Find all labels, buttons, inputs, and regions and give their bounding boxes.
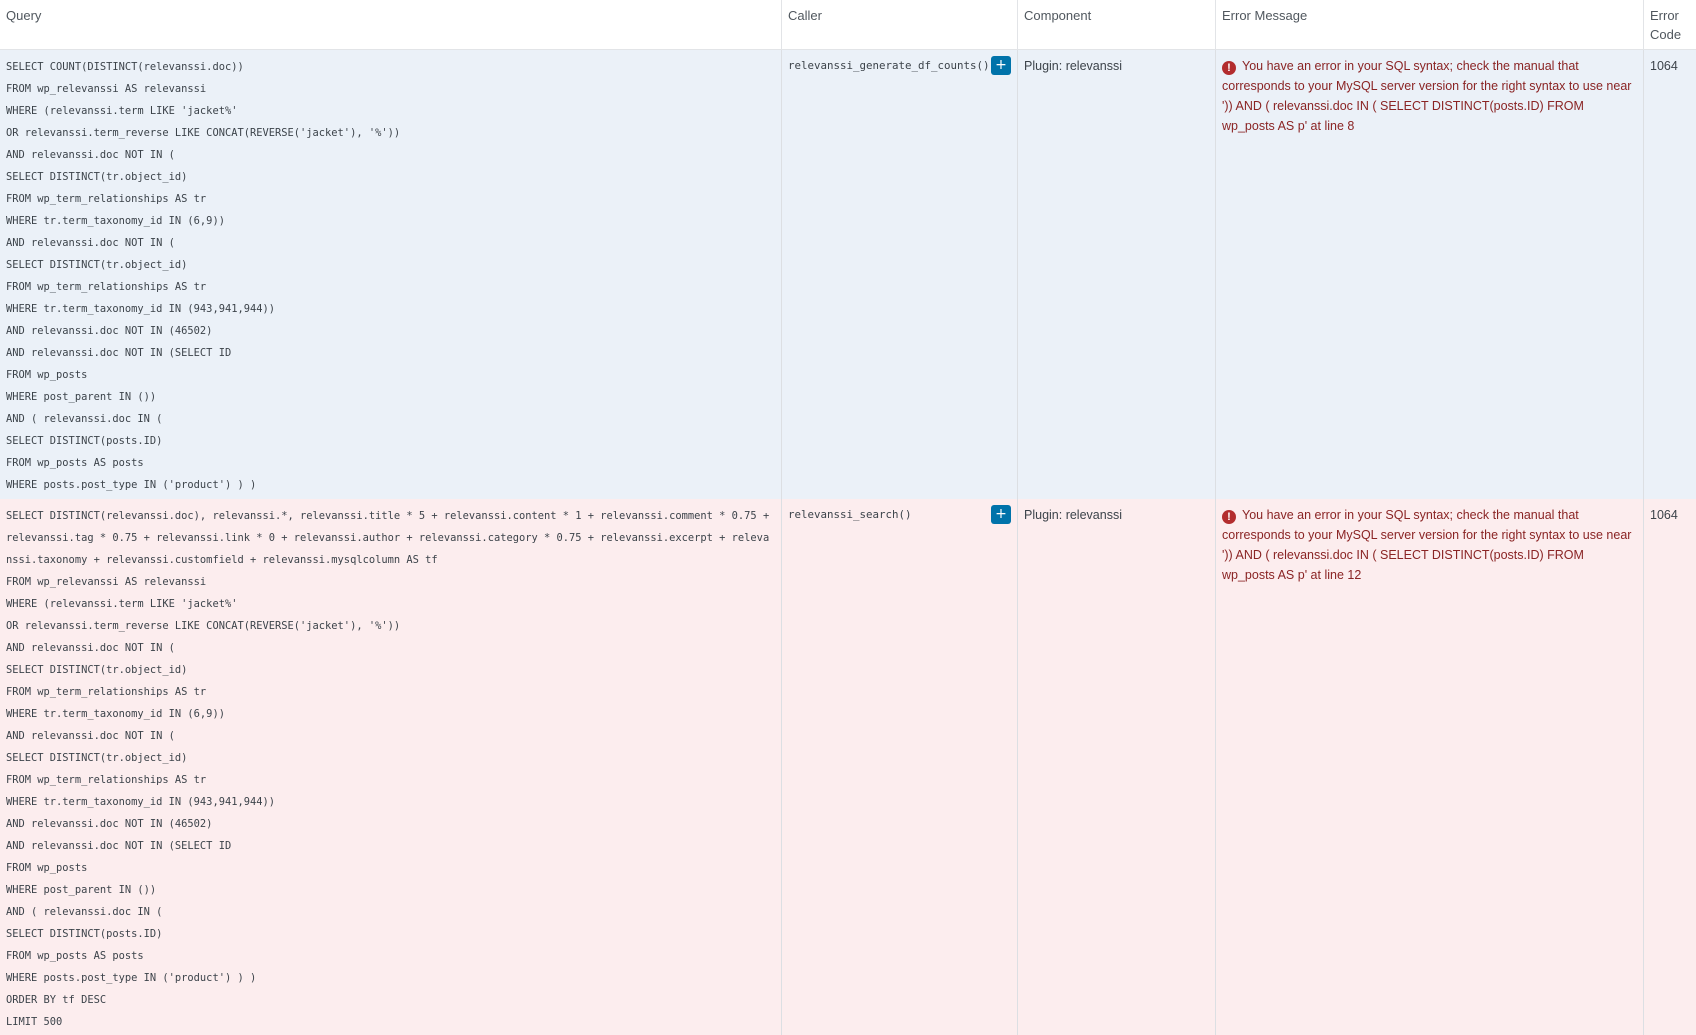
expand-caller-button[interactable]: + bbox=[991, 56, 1011, 75]
error-message-cell: ! You have an error in your SQL syntax; c… bbox=[1216, 50, 1644, 499]
error-message-text: You have an error in your SQL syntax; ch… bbox=[1222, 59, 1632, 133]
query-line: WHERE tr.term_taxonomy_id IN (943,941,94… bbox=[6, 796, 275, 808]
component-name: Plugin: relevanssi bbox=[1024, 508, 1122, 522]
query-line: SELECT DISTINCT(tr.object_id) bbox=[6, 752, 188, 764]
query-line: WHERE tr.term_taxonomy_id IN (6,9)) bbox=[6, 215, 225, 227]
query-line: SELECT DISTINCT(relevanssi.doc), relevan… bbox=[6, 510, 770, 566]
table-header: Query Caller Component Error Message Err… bbox=[0, 0, 1696, 50]
component-cell: Plugin: relevanssi bbox=[1018, 50, 1216, 499]
column-header-error-code[interactable]: Error Code bbox=[1644, 0, 1696, 49]
error-message-cell: ! You have an error in your SQL syntax; c… bbox=[1216, 499, 1644, 1035]
query-cell: SELECT COUNT(DISTINCT(relevanssi.doc)) FR… bbox=[0, 50, 782, 499]
query-line: FROM wp_posts AS posts bbox=[6, 457, 144, 469]
query-line: FROM wp_posts AS posts bbox=[6, 950, 144, 962]
query-line: FROM wp_term_relationships AS tr bbox=[6, 774, 207, 786]
query-line: WHERE posts.post_type IN ('product') ) ) bbox=[6, 972, 257, 984]
table-row: SELECT DISTINCT(relevanssi.doc), relevan… bbox=[0, 499, 1696, 1035]
query-line: OR relevanssi.term_reverse LIKE CONCAT(R… bbox=[6, 620, 401, 632]
caller-cell: relevanssi_search() + bbox=[782, 499, 1018, 1035]
component-name: Plugin: relevanssi bbox=[1024, 59, 1122, 73]
table-row: SELECT COUNT(DISTINCT(relevanssi.doc)) FR… bbox=[0, 50, 1696, 499]
query-line: ORDER BY tf DESC bbox=[6, 994, 107, 1006]
query-line: SELECT COUNT(DISTINCT(relevanssi.doc)) bbox=[6, 61, 244, 73]
query-line: AND relevanssi.doc NOT IN ( bbox=[6, 730, 175, 742]
query-line: WHERE posts.post_type IN ('product') ) ) bbox=[6, 479, 257, 491]
query-line: SELECT DISTINCT(tr.object_id) bbox=[6, 171, 188, 183]
caller-name: relevanssi_generate_df_counts() bbox=[788, 59, 990, 72]
query-line: SELECT DISTINCT(tr.object_id) bbox=[6, 664, 188, 676]
query-cell: SELECT DISTINCT(relevanssi.doc), relevan… bbox=[0, 499, 782, 1035]
query-line: AND relevanssi.doc NOT IN (46502) bbox=[6, 818, 213, 830]
query-errors-table: Query Caller Component Error Message Err… bbox=[0, 0, 1696, 1035]
query-line: FROM wp_term_relationships AS tr bbox=[6, 686, 207, 698]
query-line: AND relevanssi.doc NOT IN (SELECT ID bbox=[6, 840, 232, 852]
query-line: WHERE tr.term_taxonomy_id IN (6,9)) bbox=[6, 708, 225, 720]
query-line: AND ( relevanssi.doc IN ( bbox=[6, 906, 163, 918]
error-message: ! You have an error in your SQL syntax; c… bbox=[1222, 505, 1637, 585]
query-line: SELECT DISTINCT(posts.ID) bbox=[6, 928, 163, 940]
error-code: 1064 bbox=[1650, 59, 1678, 73]
query-line: FROM wp_posts bbox=[6, 862, 88, 874]
error-code: 1064 bbox=[1650, 508, 1678, 522]
component-cell: Plugin: relevanssi bbox=[1018, 499, 1216, 1035]
query-line: LIMIT 500 bbox=[6, 1016, 63, 1028]
column-header-component[interactable]: Component bbox=[1018, 0, 1216, 49]
caller-name: relevanssi_search() bbox=[788, 508, 912, 521]
query-line: WHERE (relevanssi.term LIKE 'jacket%' bbox=[6, 598, 238, 610]
query-line: AND relevanssi.doc NOT IN (46502) bbox=[6, 325, 213, 337]
query-line: SELECT DISTINCT(posts.ID) bbox=[6, 435, 163, 447]
column-header-query[interactable]: Query bbox=[0, 0, 782, 49]
query-line: WHERE post_parent IN ()) bbox=[6, 884, 157, 896]
query-line: FROM wp_posts bbox=[6, 369, 88, 381]
query-line: FROM wp_relevanssi AS relevanssi bbox=[6, 576, 207, 588]
error-message: ! You have an error in your SQL syntax; c… bbox=[1222, 56, 1637, 136]
query-line: WHERE post_parent IN ()) bbox=[6, 391, 157, 403]
error-message-text: You have an error in your SQL syntax; ch… bbox=[1222, 508, 1632, 582]
exclamation-circle-icon: ! bbox=[1222, 61, 1236, 75]
query-line: SELECT DISTINCT(tr.object_id) bbox=[6, 259, 188, 271]
query-line: FROM wp_term_relationships AS tr bbox=[6, 281, 207, 293]
query-line: WHERE tr.term_taxonomy_id IN (943,941,94… bbox=[6, 303, 275, 315]
error-code-cell: 1064 bbox=[1644, 50, 1696, 499]
error-code-cell: 1064 bbox=[1644, 499, 1696, 1035]
column-header-caller[interactable]: Caller bbox=[782, 0, 1018, 49]
query-line: AND relevanssi.doc NOT IN ( bbox=[6, 237, 175, 249]
column-header-error-message[interactable]: Error Message bbox=[1216, 0, 1644, 49]
query-line: WHERE (relevanssi.term LIKE 'jacket%' bbox=[6, 105, 238, 117]
query-line: FROM wp_term_relationships AS tr bbox=[6, 193, 207, 205]
query-line: OR relevanssi.term_reverse LIKE CONCAT(R… bbox=[6, 127, 401, 139]
query-line: AND relevanssi.doc NOT IN ( bbox=[6, 642, 175, 654]
query-line: AND ( relevanssi.doc IN ( bbox=[6, 413, 163, 425]
query-line: FROM wp_relevanssi AS relevanssi bbox=[6, 83, 207, 95]
caller-cell: relevanssi_generate_df_counts() + bbox=[782, 50, 1018, 499]
query-line: AND relevanssi.doc NOT IN ( bbox=[6, 149, 175, 161]
query-line: AND relevanssi.doc NOT IN (SELECT ID bbox=[6, 347, 232, 359]
exclamation-circle-icon: ! bbox=[1222, 510, 1236, 524]
expand-caller-button[interactable]: + bbox=[991, 505, 1011, 524]
